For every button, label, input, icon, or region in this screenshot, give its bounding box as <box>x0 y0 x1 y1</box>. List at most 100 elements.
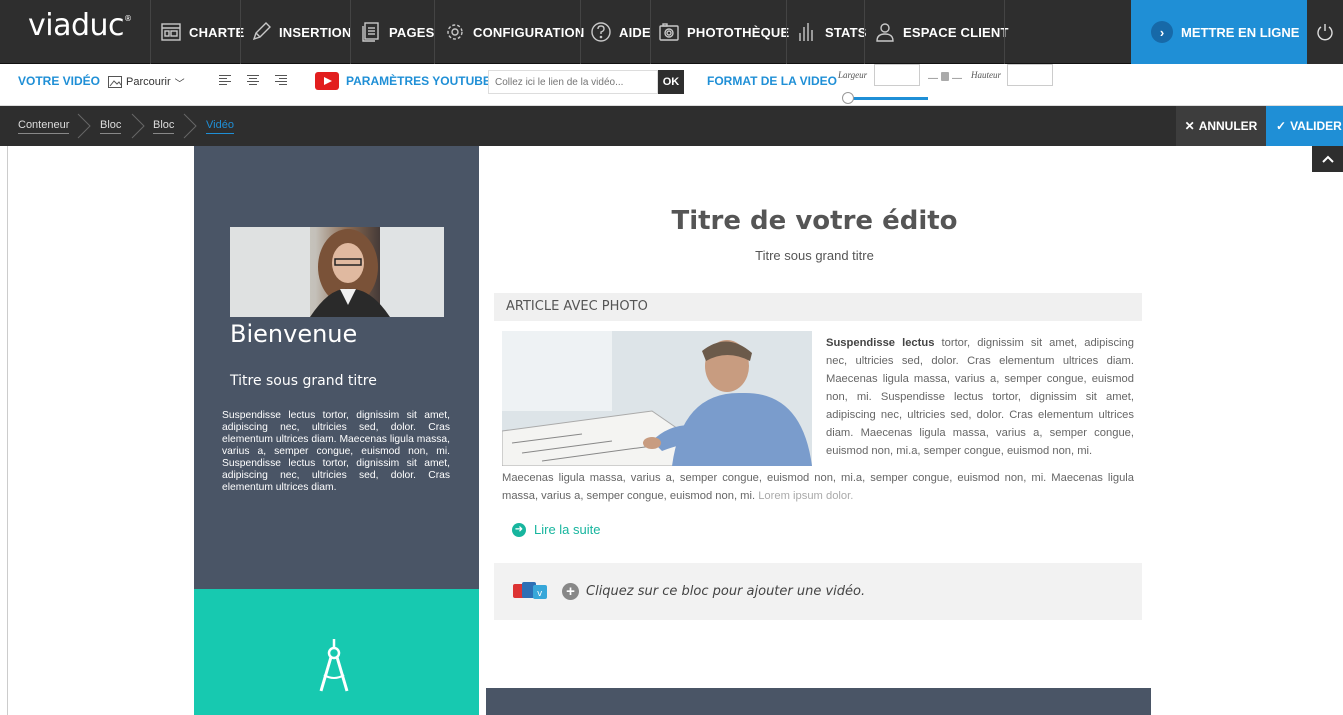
lock-icon <box>941 72 949 81</box>
width-input[interactable] <box>874 64 920 86</box>
article-heading[interactable]: ARTICLE AVEC PHOTO <box>494 293 1142 321</box>
nav-divider <box>864 0 865 64</box>
size-slider-track <box>843 97 928 100</box>
nav-divider <box>350 0 351 64</box>
nav-divider <box>240 0 241 64</box>
width-label: Largeur <box>838 70 868 80</box>
validate-label: VALIDER <box>1290 119 1342 133</box>
woman-portrait-image <box>230 227 444 317</box>
breadcrumb-item-current: Vidéo <box>206 106 234 146</box>
collapse-toolbar-button[interactable] <box>1312 146 1343 172</box>
compass-icon <box>319 639 349 692</box>
architect-image <box>501 331 812 467</box>
align-right-button[interactable] <box>275 73 289 89</box>
article-photo[interactable] <box>501 331 812 467</box>
nav-item-charte[interactable]: CHARTE <box>154 0 250 64</box>
chevron-down-icon: ﹀ <box>174 78 185 90</box>
pencil-icon <box>252 22 271 41</box>
height-input[interactable] <box>1007 64 1053 86</box>
article-muted-text: Lorem ipsum dolor. <box>755 490 854 502</box>
chevron-right-icon: › <box>1151 21 1173 43</box>
nav-item-stats[interactable]: STATS <box>790 0 873 64</box>
sidebar-subheading: Titre sous grand titre <box>230 373 377 389</box>
add-video-prompt[interactable]: Cliquez sur ce bloc pour ajouter une vid… <box>586 584 865 599</box>
help-icon <box>591 22 611 42</box>
viaduc-logo[interactable]: viaduc® <box>28 8 132 43</box>
pages-icon <box>362 22 379 42</box>
height-label: Hauteur <box>971 70 1001 80</box>
cancel-button[interactable]: ✕ ANNULER <box>1176 106 1266 146</box>
cancel-label: ANNULER <box>1198 119 1258 133</box>
nav-divider <box>786 0 787 64</box>
stats-icon <box>799 23 813 41</box>
lock-ratio-toggle[interactable]: — — <box>928 72 962 84</box>
chevron-up-icon <box>1321 155 1334 163</box>
align-center-button[interactable] <box>247 73 261 89</box>
page-title: Titre de votre édito <box>671 206 958 236</box>
read-more-link[interactable]: ➜ Lire la suite <box>512 522 600 537</box>
article-text: Suspendisse lectus tortor, dignissim sit… <box>826 334 1134 460</box>
breadcrumb-item[interactable]: Bloc <box>100 106 122 146</box>
read-more-label: Lire la suite <box>534 522 601 537</box>
nav-item-pages[interactable]: PAGES <box>354 0 441 64</box>
breadcrumb-separator-icon <box>77 113 91 139</box>
breadcrumb <box>0 106 1343 146</box>
article-text-continued: Maecenas ligula massa, varius a, semper … <box>502 469 1134 505</box>
breadcrumb-separator-icon <box>183 113 197 139</box>
nav-label: CHARTE <box>189 24 245 40</box>
arrow-right-circle-icon: ➜ <box>512 522 526 537</box>
nav-divider <box>650 0 651 64</box>
nav-label: AIDE <box>619 24 651 40</box>
check-icon: ✓ <box>1276 119 1287 133</box>
video-format-label: FORMAT DE LA VIDEO <box>707 74 837 88</box>
browse-label: Parcourir <box>126 76 171 88</box>
breadcrumb-item[interactable]: Conteneur <box>18 106 70 146</box>
sidebar-body: Suspendisse lectus tortor, dignissim sit… <box>222 410 450 493</box>
add-video-icon[interactable]: + <box>562 583 579 600</box>
nav-item-aide[interactable]: AIDE <box>584 0 657 64</box>
nav-item-phototheque[interactable]: PHOTOTHÈQUE <box>652 0 795 64</box>
footer-block[interactable] <box>486 688 1151 715</box>
svg-text:v: v <box>537 589 543 599</box>
close-icon: ✕ <box>1184 119 1195 133</box>
video-label: VOTRE VIDÉO <box>18 74 101 88</box>
power-button[interactable] <box>1307 0 1343 64</box>
nav-label: CONFIGURATION <box>473 24 585 40</box>
youtube-settings-link[interactable]: PARAMÈTRES YOUTUBE <box>346 74 491 88</box>
nav-label: PHOTOTHÈQUE <box>687 24 790 40</box>
nav-divider <box>434 0 435 64</box>
nav-divider <box>1004 0 1005 64</box>
nav-item-insertion[interactable]: INSERTION <box>244 0 358 64</box>
breadcrumb-item[interactable]: Bloc <box>153 106 175 146</box>
nav-label: STATS <box>825 24 867 40</box>
page-subtitle: Titre sous grand titre <box>755 248 874 263</box>
video-services-icon: v <box>513 582 547 599</box>
breadcrumb-separator-icon <box>131 113 145 139</box>
align-left-button[interactable] <box>219 73 233 89</box>
nav-label: ESPACE CLIENT <box>903 24 1009 40</box>
nav-label: INSERTION <box>279 24 352 40</box>
sidebar-heading: Bienvenue <box>230 320 358 348</box>
publish-button[interactable]: › METTRE EN LIGNE <box>1131 0 1307 64</box>
browse-dropdown[interactable]: Parcourir ﹀ <box>104 71 189 93</box>
article-bold-lead: Suspendisse lectus <box>826 337 935 349</box>
camera-icon <box>659 23 679 41</box>
sidebar-block[interactable] <box>194 146 479 589</box>
palette-icon <box>161 23 181 41</box>
nav-item-configuration[interactable]: CONFIGURATION <box>438 0 590 64</box>
sidebar-photo[interactable] <box>230 227 444 317</box>
ok-button[interactable]: OK <box>658 70 684 94</box>
image-icon <box>108 76 122 88</box>
nav-item-espace-client[interactable]: ESPACE CLIENT <box>868 0 1015 64</box>
article-body: tortor, dignissim sit amet, adipiscing n… <box>826 337 1134 457</box>
validate-button[interactable]: ✓ VALIDER <box>1266 106 1343 146</box>
nav-label: PAGES <box>389 24 435 40</box>
size-slider-handle[interactable] <box>842 92 854 104</box>
publish-label: METTRE EN LIGNE <box>1181 24 1300 40</box>
youtube-icon <box>315 72 339 90</box>
video-url-input[interactable] <box>488 70 658 94</box>
canvas-left-edge <box>0 146 8 715</box>
power-icon <box>1317 24 1333 41</box>
nav-divider <box>580 0 581 64</box>
user-icon <box>876 23 894 42</box>
